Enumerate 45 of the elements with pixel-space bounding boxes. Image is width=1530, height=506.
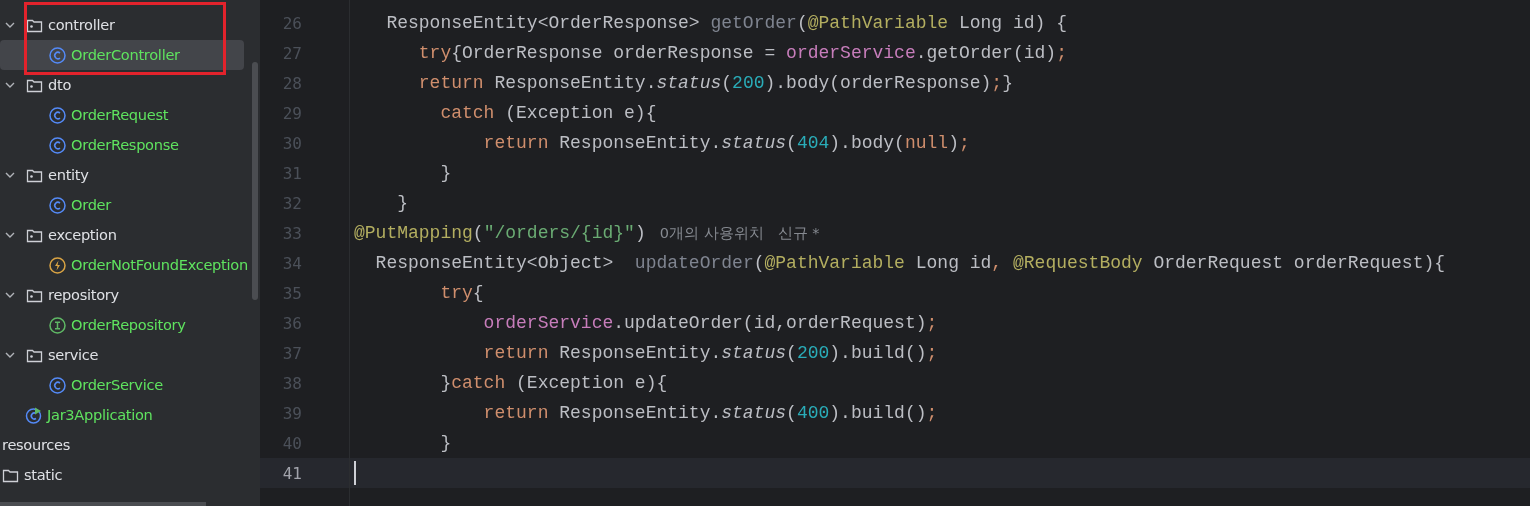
- run-class-icon: [25, 406, 42, 424]
- code-line: catch (Exception e){: [439, 102, 657, 124]
- code-line: ResponseEntity<Object> updateOrder(@PathVariable Long id, @RequestBody OrderRequest orderRequest){: [374, 252, 1446, 274]
- tree-item[interactable]: Jar3Application: [0, 400, 244, 430]
- interface-icon: [49, 316, 66, 334]
- text-cursor: [354, 461, 356, 485]
- code-line: }: [396, 192, 408, 214]
- tree-item[interactable]: repository: [0, 280, 244, 310]
- class-icon: [49, 196, 66, 214]
- tree-item[interactable]: OrderNotFoundException: [0, 250, 248, 280]
- class-icon: [49, 376, 66, 394]
- code-line: }: [439, 162, 452, 184]
- tree-item[interactable]: OrderRequest: [0, 100, 244, 130]
- tree-item[interactable]: controller: [0, 10, 244, 40]
- inlay-hint[interactable]: 0개의 사용위치: [659, 223, 764, 243]
- tree-item[interactable]: dto: [0, 70, 244, 100]
- scrollbar[interactable]: [252, 62, 258, 300]
- tree-item[interactable]: exception: [0, 220, 244, 250]
- class-icon: [49, 136, 66, 154]
- code-line: return ResponseEntity.status(200).body(orderResponse);}: [417, 72, 1013, 94]
- class-icon: [49, 106, 66, 124]
- code-line: return ResponseEntity.status(400).build();: [482, 402, 938, 424]
- code-line: @PutMapping("/orders/{id}"): [354, 222, 646, 244]
- lightning-icon: [49, 256, 66, 274]
- code-line: orderService.updateOrder(id,orderRequest);: [482, 312, 938, 334]
- tree-item[interactable]: entity: [0, 160, 244, 190]
- line-number: 41: [281, 463, 302, 483]
- code-line: }: [439, 432, 452, 454]
- code-line: return ResponseEntity.status(200).build();: [482, 342, 938, 364]
- code-line: try{OrderResponse orderResponse = orderService.getOrder(id);: [417, 42, 1067, 64]
- tree-item[interactable]: resources: [0, 430, 244, 460]
- code-line: return ResponseEntity.status(404).body(null);: [482, 132, 970, 154]
- tree-item[interactable]: OrderRepository: [0, 310, 244, 340]
- code-line: try{: [439, 282, 484, 304]
- tree-item[interactable]: OrderService: [0, 370, 244, 400]
- tree-item[interactable]: OrderResponse: [0, 130, 244, 160]
- class-icon: [49, 46, 66, 64]
- inlay-hint[interactable]: 신규 *: [777, 223, 820, 243]
- code-line: ResponseEntity<OrderResponse> getOrder(@PathVariable Long id) {: [385, 12, 1067, 34]
- tree-item[interactable]: OrderController: [0, 40, 244, 70]
- code-line: }catch (Exception e){: [439, 372, 668, 394]
- scrollbar[interactable]: [0, 502, 206, 506]
- tree-item[interactable]: static: [0, 460, 244, 490]
- tree-item[interactable]: service: [0, 340, 244, 370]
- tree-item[interactable]: Order: [0, 190, 244, 220]
